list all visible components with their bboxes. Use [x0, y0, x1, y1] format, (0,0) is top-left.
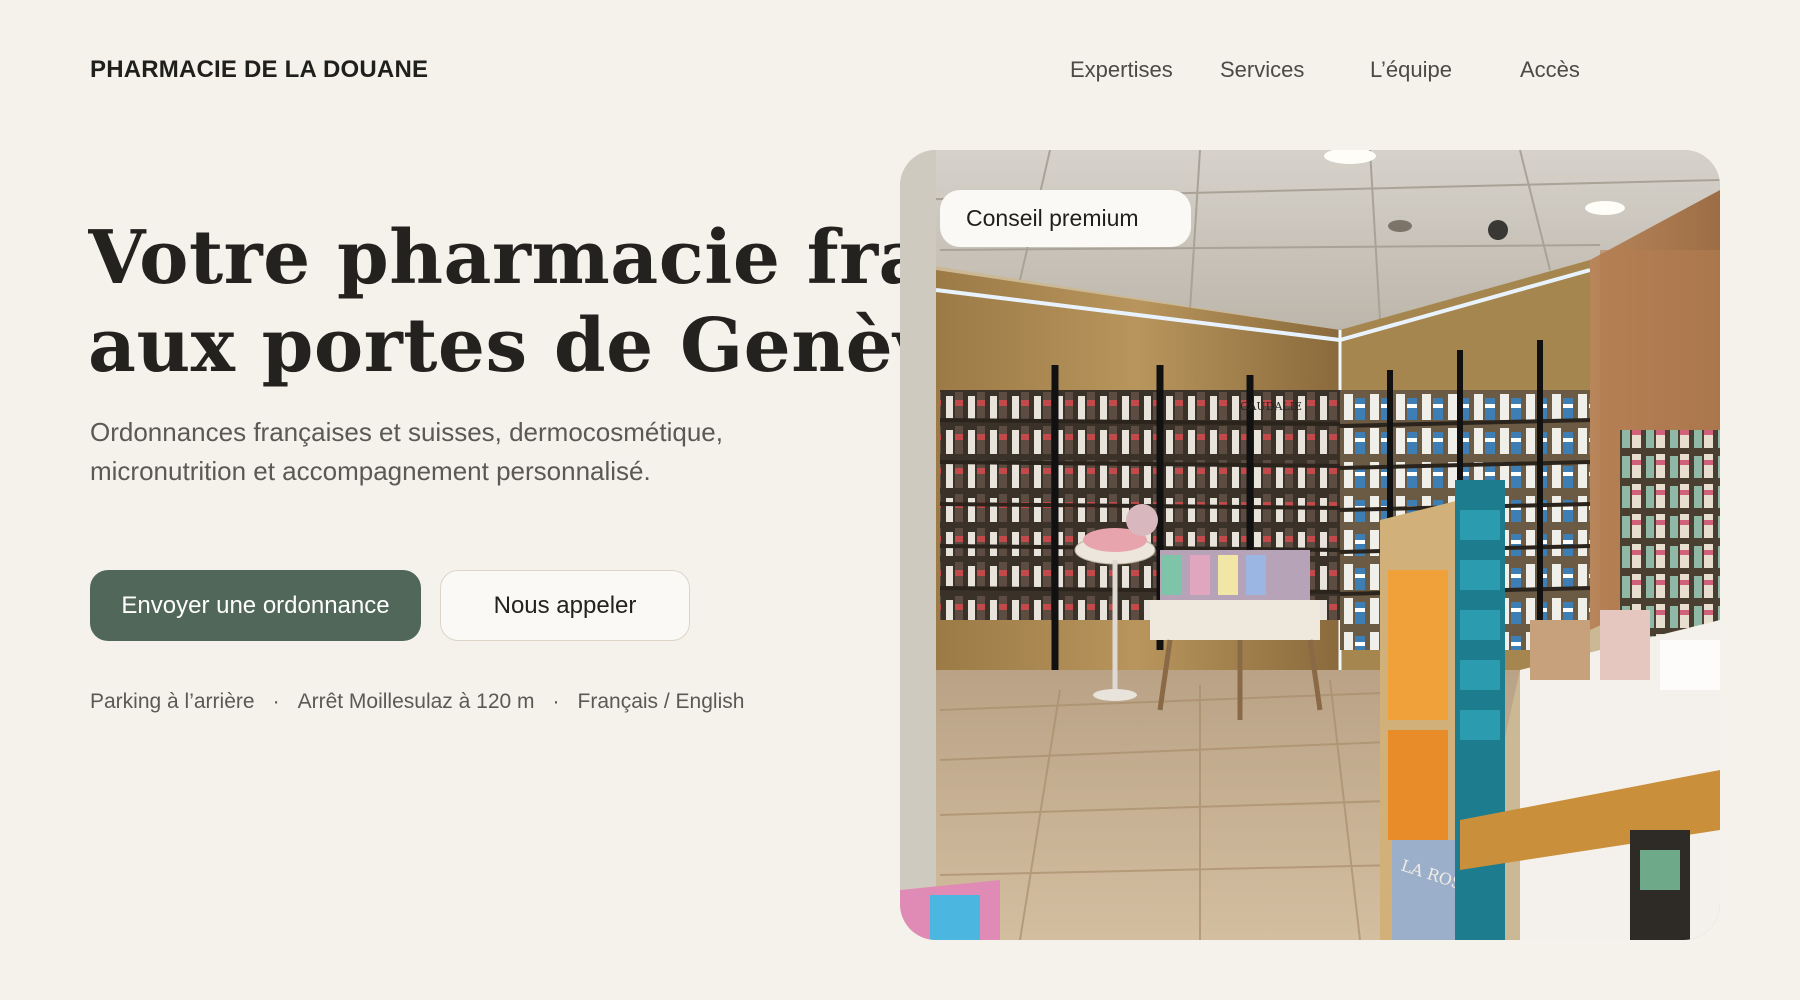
hero-subtitle: Ordonnances françaises et suisses, dermo…: [90, 417, 723, 486]
info-line: Parking à l’arrière · Arrêt Moillesulaz à …: [90, 690, 744, 714]
info-bus-stop: Arrêt Moillesulaz à 120 m: [297, 690, 535, 713]
info-languages: Français / English: [577, 690, 745, 713]
info-separator: ·: [272, 690, 280, 713]
photo-brand-sign: CAUDALIE: [1240, 400, 1302, 413]
brand-logo-text[interactable]: PHARMACIE DE LA DOUANE: [90, 56, 428, 84]
call-us-button[interactable]: Nous appeler: [440, 570, 690, 641]
hero-title-line-1: Votre pharmacie française: [88, 215, 928, 301]
hero-title-line-2: aux portes de Genève: [88, 303, 928, 389]
send-prescription-button[interactable]: Envoyer une ordonnance: [90, 570, 421, 641]
info-separator: ·: [552, 690, 560, 713]
conseil-premium-badge: Conseil premium: [940, 190, 1191, 247]
pharmacy-interior-photo: CAUDALIE LA ROSÉE: [900, 150, 1720, 940]
nav-services[interactable]: Services: [1220, 57, 1304, 83]
hero-title: Votre pharmacie française aux portes de …: [88, 214, 928, 390]
nav-equipe[interactable]: L’équipe: [1370, 57, 1452, 83]
nav-acces[interactable]: Accès: [1520, 57, 1580, 83]
info-parking: Parking à l’arrière: [90, 690, 255, 713]
pharmacy-interior-illustration: CAUDALIE LA ROSÉE: [900, 150, 1720, 940]
nav-expertises[interactable]: Expertises: [1070, 57, 1173, 83]
